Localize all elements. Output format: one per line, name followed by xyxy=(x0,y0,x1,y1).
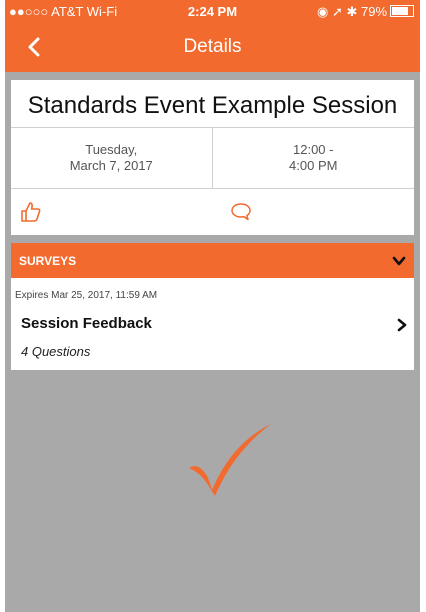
session-card: Standards Event Example Session Tuesday,… xyxy=(11,80,414,235)
chevron-right-icon xyxy=(397,318,407,332)
comment-button[interactable] xyxy=(229,201,253,223)
checkmark-icon xyxy=(189,424,271,496)
comment-icon xyxy=(231,203,251,221)
chevron-down-icon xyxy=(392,256,406,266)
like-button[interactable] xyxy=(19,200,43,224)
survey-name: Session Feedback xyxy=(21,315,152,332)
status-indicators: ◉ ➚ ✱ 79% xyxy=(317,4,414,20)
session-title: Standards Event Example Session xyxy=(27,92,398,119)
surveys-label: SURVEYS xyxy=(19,254,77,268)
session-time-start: 12:00 - xyxy=(293,142,334,157)
session-date-value: March 7, 2017 xyxy=(69,158,153,173)
thumbs-up-icon xyxy=(21,202,41,222)
battery-icon xyxy=(390,5,414,17)
app-screen: ●●○○○ AT&T Wi-Fi 2:24 PM ◉ ➚ ✱ 79% Detai… xyxy=(5,0,420,612)
session-day: Tuesday, xyxy=(85,142,138,157)
nav-bar: Details xyxy=(5,22,420,72)
session-time: 12:00 - 4:00 PM xyxy=(213,128,415,188)
status-bar: ●●○○○ AT&T Wi-Fi 2:24 PM ◉ ➚ ✱ 79% xyxy=(5,0,420,22)
survey-expires: Expires Mar 25, 2017, 11:59 AM xyxy=(15,290,158,301)
page-title: Details xyxy=(183,36,242,57)
session-date: Tuesday, March 7, 2017 xyxy=(11,128,213,188)
status-indicators-label: ◉ ➚ ✱ 79% xyxy=(317,4,387,19)
surveys-section-header[interactable]: SURVEYS xyxy=(11,243,414,278)
survey-question-count: 4 Questions xyxy=(21,344,91,359)
survey-item-session-feedback[interactable]: Expires Mar 25, 2017, 11:59 AM Session F… xyxy=(11,278,414,370)
session-time-end: 4:00 PM xyxy=(289,158,338,173)
divider xyxy=(11,188,414,189)
